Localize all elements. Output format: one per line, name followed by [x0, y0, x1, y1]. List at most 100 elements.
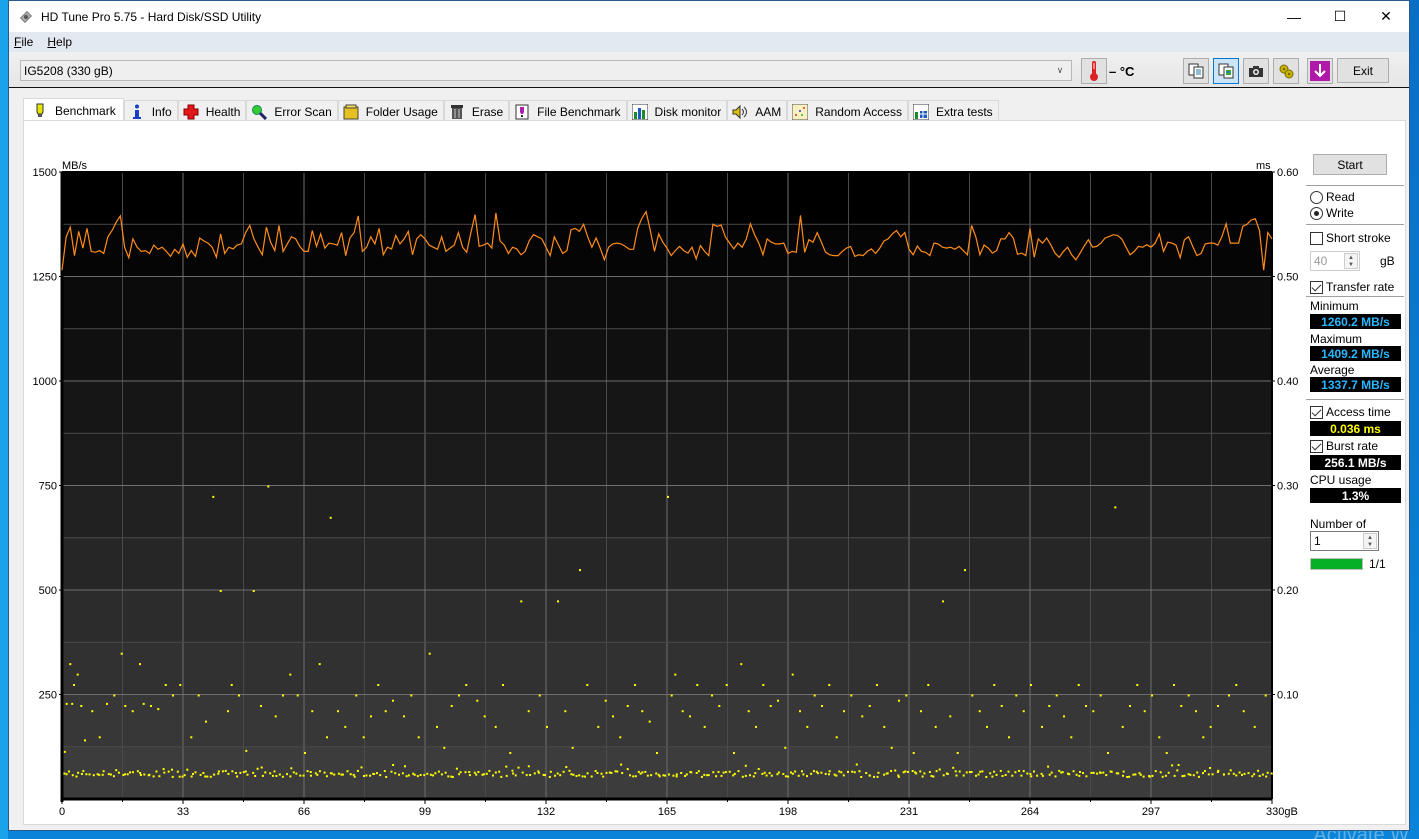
access-time-point — [749, 774, 751, 777]
tab-benchmark[interactable]: Benchmark — [23, 98, 124, 122]
access-time-point — [1154, 770, 1157, 773]
access-time-point — [131, 771, 134, 774]
access-time-point — [648, 720, 651, 723]
transfer-rate-check[interactable] — [1310, 280, 1323, 294]
access-time-point — [1187, 773, 1190, 776]
menu-file[interactable]: File — [14, 35, 33, 49]
temperature-button[interactable] — [1081, 58, 1107, 84]
access-time-point — [570, 773, 573, 776]
tab-folder-usage[interactable]: Folder Usage — [337, 100, 444, 122]
short-stroke-input[interactable]: 40 ▲ ▼ — [1310, 251, 1360, 271]
burst-rate-check[interactable] — [1310, 439, 1323, 453]
access-time-point — [579, 569, 581, 572]
copy-text-icon — [1188, 63, 1204, 79]
short-stroke-value: 40 — [1314, 254, 1328, 268]
chevron-down-icon[interactable]: ∨ — [1053, 63, 1067, 78]
y-tick-label-left: 250 — [39, 690, 57, 702]
tab-info[interactable]: Info — [123, 100, 178, 122]
access-time-point — [991, 775, 994, 778]
screenshot-button[interactable] — [1243, 58, 1269, 84]
lightbulb-icon — [32, 103, 48, 119]
x-tick-label: 33 — [177, 806, 189, 818]
benchmark-chart: MB/s ms 1500 1250 1000 750 500 250 0.60 0.50 0.40 0… — [33, 160, 1299, 818]
read-radio-button[interactable] — [1310, 190, 1323, 204]
tab-erase[interactable]: Erase — [443, 100, 510, 122]
access-time-checkbox[interactable]: Access time — [1310, 405, 1391, 419]
access-time-point — [129, 771, 131, 774]
access-time-point — [711, 694, 713, 697]
menu-help[interactable]: Help — [47, 35, 72, 49]
tab-aam[interactable]: AAM — [727, 100, 788, 122]
minimize-button[interactable]: — — [1271, 1, 1317, 32]
transfer-rate-checkbox[interactable]: Transfer rate — [1310, 280, 1394, 294]
access-time-point — [602, 775, 605, 778]
access-time-point — [707, 774, 710, 777]
drive-select[interactable]: IG5208 (330 gB) ∨ — [20, 60, 1072, 81]
maximize-button[interactable]: ☐ — [1317, 1, 1363, 32]
access-time-check[interactable] — [1310, 405, 1323, 419]
passes-input[interactable]: 1 ▲ ▼ — [1310, 531, 1379, 551]
access-time-point — [260, 705, 262, 707]
copy-text-button[interactable] — [1183, 58, 1209, 84]
copy-screenshot-button[interactable] — [1213, 58, 1239, 84]
access-time-point — [76, 673, 79, 676]
access-time-point — [806, 725, 809, 728]
access-time-point — [113, 694, 116, 697]
access-time-point — [1122, 774, 1124, 777]
access-time-point — [1217, 705, 1219, 707]
access-time-point — [529, 774, 532, 776]
tab-extra-tests[interactable]: Extra tests — [907, 100, 999, 122]
read-radio[interactable]: Read — [1310, 190, 1355, 204]
save-button[interactable] — [1307, 58, 1333, 84]
tab-file-benchmark[interactable]: File Benchmark — [509, 100, 627, 122]
access-time-point — [1058, 769, 1061, 772]
start-button[interactable]: Start — [1313, 154, 1387, 175]
options-button[interactable] — [1273, 58, 1299, 84]
tab-health[interactable]: Health — [177, 100, 247, 122]
access-time-point — [1117, 772, 1120, 775]
access-time-point — [349, 773, 352, 776]
access-time-point — [264, 771, 267, 774]
tab-random-access[interactable]: Random Access — [787, 100, 908, 122]
access-time-point — [656, 752, 658, 754]
maximum-label: Maximum — [1310, 332, 1363, 346]
access-time-point — [172, 694, 174, 697]
access-time-point — [718, 705, 721, 707]
health-cross-icon — [183, 104, 199, 120]
write-radio[interactable]: Write — [1310, 206, 1354, 220]
access-time-point — [700, 775, 703, 778]
access-time-point — [581, 775, 584, 778]
benchmark-sidebar: Start Read Write Short stroke 40 ▲▼ gB — [1306, 121, 1406, 826]
short-stroke-check[interactable] — [1310, 231, 1323, 245]
access-time-point — [873, 775, 875, 778]
tab-disk-monitor[interactable]: Disk monitor — [626, 100, 728, 122]
access-time-point — [897, 775, 900, 778]
write-radio-button[interactable] — [1310, 206, 1323, 220]
access-time-point — [985, 776, 988, 778]
short-stroke-checkbox[interactable]: Short stroke — [1310, 231, 1391, 245]
access-time-point — [955, 774, 958, 777]
access-time-point — [171, 775, 174, 778]
access-time-point — [993, 770, 996, 773]
burst-rate-checkbox[interactable]: Burst rate — [1310, 439, 1378, 453]
access-time-point — [98, 773, 101, 776]
spin-arrows[interactable]: ▲ ▼ — [1363, 533, 1377, 549]
access-time-point — [447, 775, 450, 778]
progress-text: 1/1 — [1369, 557, 1386, 571]
spin-arrows[interactable]: ▲ ▼ — [1344, 253, 1358, 269]
access-time-point — [744, 764, 747, 767]
tab-error-scan[interactable]: Error Scan — [246, 100, 338, 122]
close-button[interactable]: ✕ — [1363, 1, 1409, 32]
access-time-point — [269, 772, 272, 775]
access-time-point — [616, 770, 619, 773]
access-time-point — [1128, 775, 1131, 778]
y-tick-label-right: 0.20 — [1277, 585, 1298, 597]
access-time-point — [981, 770, 984, 773]
access-time-point — [273, 770, 276, 773]
access-time-point — [365, 774, 368, 777]
access-time-point — [634, 775, 637, 778]
access-time-point — [938, 768, 941, 771]
exit-button[interactable]: Exit — [1337, 58, 1389, 83]
passes-value: 1 — [1314, 534, 1321, 548]
access-time-point — [578, 774, 581, 777]
